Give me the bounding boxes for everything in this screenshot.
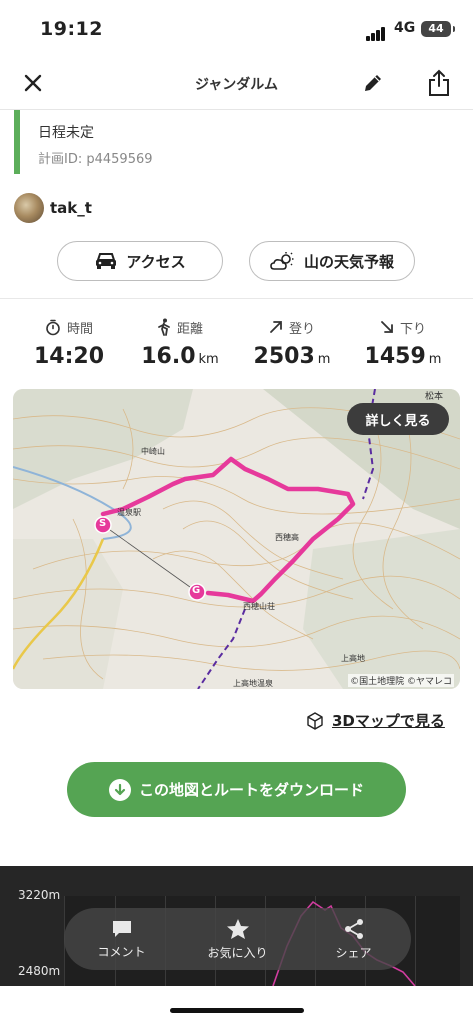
- map-label: 松本: [425, 392, 444, 402]
- signal-icon: [366, 22, 386, 41]
- stat-distance: 距離 16.0 km: [121, 318, 239, 369]
- comment-label: コメント: [97, 944, 146, 959]
- elevation-min-label: 2480m: [18, 964, 61, 978]
- stat-time: 時間 14:20: [10, 318, 128, 369]
- share-export-icon[interactable]: [424, 68, 454, 98]
- car-icon: [96, 253, 117, 269]
- stat-ascent: 登り 2503 m: [233, 318, 351, 369]
- star-icon: [226, 918, 249, 939]
- network-type: 4G: [394, 20, 416, 36]
- map-label: 中崎山: [141, 447, 165, 456]
- home-area: [0, 986, 473, 1024]
- home-indicator[interactable]: [170, 1008, 304, 1013]
- weather-label: 山の天気予報: [303, 252, 394, 271]
- stat-distance-value: 16.0: [141, 344, 196, 369]
- favorite-button[interactable]: お気に入り: [180, 908, 295, 970]
- battery-level: 44: [428, 22, 444, 35]
- start-marker-label: S: [99, 518, 107, 529]
- user-row[interactable]: tak_t: [14, 192, 92, 224]
- arrow-up-right-icon: [270, 321, 282, 333]
- elevation-max-label: 3220m: [18, 888, 61, 902]
- terrain-patch: [13, 539, 123, 689]
- goal-marker-label: G: [192, 585, 201, 596]
- weather-icon: [270, 252, 294, 270]
- plan-id: 計画ID: p4459569: [38, 152, 153, 167]
- weather-button[interactable]: 山の天気予報: [249, 241, 415, 281]
- stat-ascent-value: 2503: [253, 344, 315, 369]
- stat-time-label: 時間: [66, 321, 93, 337]
- download-button[interactable]: この地図とルートをダウンロード: [67, 762, 406, 817]
- comment-icon: [112, 920, 131, 937]
- battery-icon: 44: [421, 21, 455, 37]
- map-label: 西穂高: [275, 533, 299, 542]
- divider: [0, 298, 473, 299]
- stat-descent-value: 1459: [364, 344, 426, 369]
- avatar[interactable]: [14, 193, 44, 223]
- map-credit: ©国土地理院 ©ヤマレコ: [348, 674, 454, 687]
- download-label: この地図とルートをダウンロード: [138, 781, 364, 799]
- stat-descent: 下り 1459 m: [344, 318, 462, 369]
- share-button[interactable]: シェア: [296, 908, 411, 970]
- map-3d-label: 3Dマップで見る: [332, 712, 445, 730]
- status-time: 19:12: [40, 18, 103, 40]
- stat-distance-unit: km: [198, 352, 219, 367]
- access-button[interactable]: アクセス: [57, 241, 223, 281]
- share-label: シェア: [335, 945, 372, 960]
- route-map[interactable]: S G 中崎山 温泉駅 西穂山荘 上高地温泉 上高地 西穂高 松本 詳しく見る …: [13, 389, 460, 689]
- stat-time-value: 14:20: [33, 344, 105, 369]
- plan-info: 日程未定 計画ID: p4459569: [14, 110, 460, 174]
- stat-descent-unit: m: [428, 352, 442, 367]
- cube-icon: [307, 711, 323, 730]
- map-label: 上高地温泉: [233, 679, 273, 688]
- map-label: 温泉駅: [117, 508, 141, 517]
- map-3d-link[interactable]: 3Dマップで見る: [306, 710, 445, 731]
- access-label: アクセス: [126, 252, 186, 271]
- favorite-label: お気に入り: [207, 945, 268, 960]
- stat-ascent-label: 登り: [288, 321, 315, 337]
- arrow-down-right-icon: [381, 321, 393, 333]
- username[interactable]: tak_t: [50, 199, 92, 217]
- stat-ascent-unit: m: [317, 352, 331, 367]
- status-bar: 19:12 4G 44: [0, 0, 473, 56]
- map-label: 西穂山荘: [243, 602, 275, 611]
- walker-icon: [158, 318, 170, 336]
- comment-button[interactable]: コメント: [64, 908, 179, 970]
- edit-pencil-icon[interactable]: [358, 68, 388, 98]
- nav-header: ジャンダルム: [0, 56, 473, 110]
- download-icon: [108, 778, 131, 801]
- plan-schedule: 日程未定: [38, 125, 94, 141]
- share-icon: [344, 918, 363, 939]
- stat-descent-label: 下り: [399, 321, 426, 337]
- map-detail-button[interactable]: 詳しく見る: [347, 403, 449, 435]
- action-bar: コメント お気に入り シェア: [64, 908, 411, 970]
- page-title: ジャンダルム: [194, 77, 279, 93]
- map-label: 上高地: [341, 654, 365, 663]
- stopwatch-icon: [46, 319, 60, 335]
- stat-distance-label: 距離: [176, 321, 203, 337]
